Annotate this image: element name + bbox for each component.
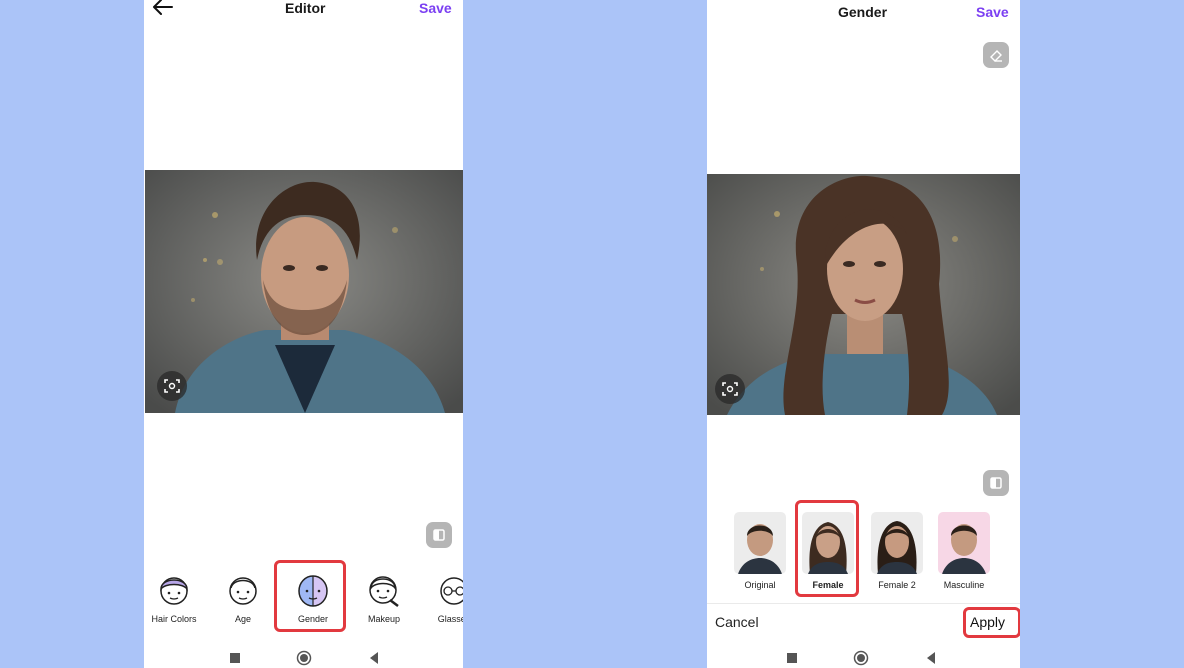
- page-title: Editor: [285, 0, 326, 16]
- tool-makeup[interactable]: Makeup: [354, 566, 414, 624]
- tool-label: Age: [234, 614, 251, 624]
- option-label: Masculine: [943, 580, 985, 590]
- save-button[interactable]: Save: [419, 0, 452, 16]
- save-button[interactable]: Save: [976, 4, 1009, 20]
- glasses-icon: [440, 577, 463, 605]
- option-masculine[interactable]: Masculine: [936, 512, 992, 590]
- eraser-icon: [990, 50, 1002, 62]
- recent-apps-icon[interactable]: [227, 650, 243, 666]
- thumbnail-female-2: [871, 512, 923, 574]
- selected-tool-highlight: [274, 560, 346, 632]
- portrait-photo-male: [145, 170, 463, 413]
- option-original[interactable]: Original: [732, 512, 788, 590]
- gender-screen: Gender Save Original Female Female 2 Mas…: [707, 0, 1020, 668]
- compare-icon: [990, 477, 1002, 489]
- compare-button[interactable]: [983, 470, 1009, 496]
- hair-colors-icon: [160, 577, 188, 605]
- option-label: Female 2: [878, 580, 916, 590]
- tool-label: Glasses: [437, 614, 463, 624]
- recent-apps-icon[interactable]: [784, 650, 800, 666]
- cancel-button[interactable]: Cancel: [715, 614, 759, 630]
- eraser-button[interactable]: [983, 42, 1009, 68]
- arrow-left-icon[interactable]: [152, 0, 174, 16]
- face-detect-button[interactable]: [157, 371, 187, 401]
- tool-age[interactable]: Age: [213, 566, 273, 624]
- makeup-icon: [369, 576, 399, 607]
- tool-label: Makeup: [367, 614, 401, 624]
- page-title: Gender: [838, 4, 888, 20]
- age-icon: [229, 577, 257, 605]
- portrait-photo-female: [707, 174, 1020, 415]
- option-label: Original: [744, 580, 776, 590]
- tool-label: Hair Colors: [151, 614, 197, 624]
- face-detect-button[interactable]: [715, 374, 745, 404]
- face-scan-icon: [722, 382, 738, 396]
- back-nav-icon[interactable]: [366, 650, 382, 666]
- tool-glasses[interactable]: Glasses: [424, 566, 463, 624]
- apply-button[interactable]: Apply: [970, 614, 1005, 630]
- selected-option-highlight: [795, 500, 859, 597]
- thumbnail-masculine: [938, 512, 990, 574]
- back-nav-icon[interactable]: [923, 650, 939, 666]
- face-scan-icon: [164, 379, 180, 393]
- option-female-2[interactable]: Female 2: [869, 512, 925, 590]
- tool-hair-colors[interactable]: Hair Colors: [144, 566, 204, 624]
- editor-screen: Editor Save Hair Colors Age Gender Makeu…: [144, 0, 463, 668]
- divider: [707, 603, 1020, 604]
- thumbnail-original: [734, 512, 786, 574]
- compare-icon: [433, 529, 445, 541]
- home-icon[interactable]: [853, 650, 869, 666]
- compare-button[interactable]: [426, 522, 452, 548]
- home-icon[interactable]: [296, 650, 312, 666]
